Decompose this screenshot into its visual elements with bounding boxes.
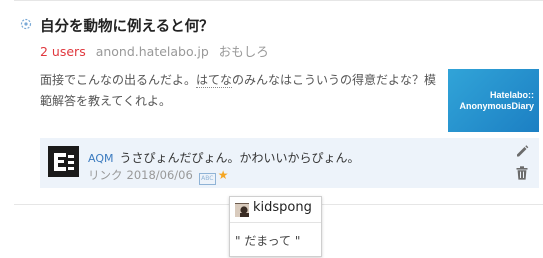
entry-category[interactable]: おもしろ: [219, 44, 269, 59]
star-icon[interactable]: ★: [218, 168, 229, 182]
commenter-avatar[interactable]: [48, 146, 79, 177]
entry-meta: 2 users anond.hatelabo.jp おもしろ: [40, 41, 269, 60]
summary-keyword-link[interactable]: はてな: [196, 73, 233, 88]
popup-user-avatar[interactable]: [235, 203, 249, 217]
comment-meta: リンク 2018/06/06 ABC ★: [88, 167, 229, 185]
thumbnail-line-2: AnonymousDiary: [459, 101, 534, 111]
pencil-icon[interactable]: [515, 144, 529, 158]
bookmark-comment: AQM うさぴょんだぴょん。かわいいからぴょん。 リンク 2018/06/06 ABC…: [40, 138, 539, 188]
comment-permalink[interactable]: リンク: [88, 168, 123, 182]
popup-quote: " だまって ": [235, 234, 301, 248]
comment-text: うさぴょんだぴょん。かわいいからぴょん。: [119, 151, 360, 165]
bookmark-entry-icon: [20, 18, 32, 30]
comment-username[interactable]: AQM: [88, 152, 113, 165]
comment-line: AQM うさぴょんだぴょん。かわいいからぴょん。: [88, 149, 360, 166]
popup-divider: [230, 222, 321, 223]
top-divider: [14, 0, 543, 1]
entry-title[interactable]: 自分を動物に例えると何？: [40, 15, 214, 36]
thumbnail-line-1: Hatelabo::: [489, 90, 534, 100]
trash-icon[interactable]: [516, 166, 528, 180]
users-count-link[interactable]: 2 users: [40, 44, 86, 59]
avatar-graphic: [54, 153, 74, 171]
comment-date: 2018/06/06: [126, 168, 193, 182]
summary-text-before: 面接でこんなの出るんだよ。: [40, 73, 197, 87]
thumbnail-caption: Hatelabo:: AnonymousDiary: [459, 90, 534, 112]
abc-badge-icon[interactable]: ABC: [198, 173, 216, 185]
popup-avatar-graphic: [235, 204, 249, 217]
entry-thumbnail[interactable]: Hatelabo:: AnonymousDiary: [448, 69, 539, 132]
popup-username[interactable]: kidspong: [253, 200, 312, 215]
star-user-popup: kidspong " だまって ": [229, 196, 322, 257]
entry-summary: 面接でこんなの出るんだよ。はてなのみんなはこういうの得意だよな？模範解答を教えて…: [40, 70, 440, 112]
entry-domain[interactable]: anond.hatelabo.jp: [96, 44, 209, 59]
